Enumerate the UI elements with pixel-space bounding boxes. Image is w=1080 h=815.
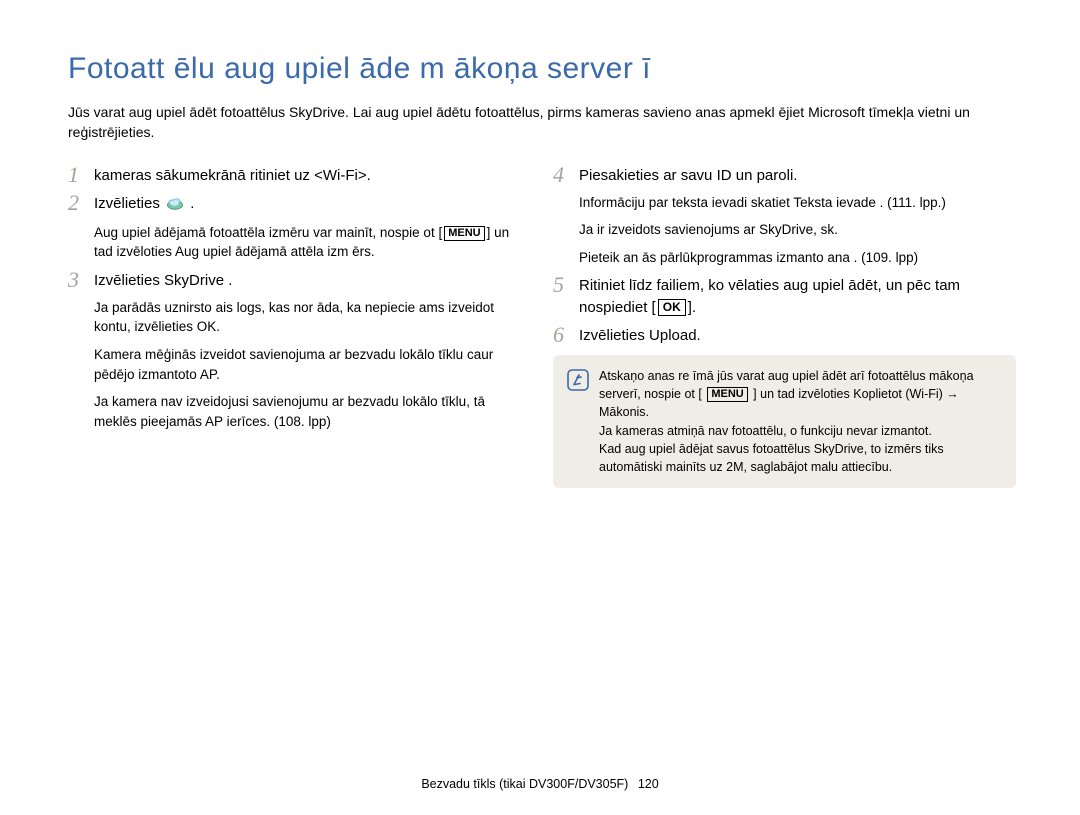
- step-2-sub: Aug upiel ādējamā fotoattēla izmēru var …: [94, 223, 531, 262]
- step-number: 4: [553, 163, 579, 187]
- step-text: Izvēlieties .: [94, 193, 531, 217]
- step-1: 1 kameras sākumekrānā ritiniet uz <Wi-Fi…: [68, 165, 531, 187]
- step-number: 5: [553, 273, 579, 297]
- footer-page-number: 120: [638, 777, 659, 791]
- step-5: 5 Ritiniet līdz failiem, ko vēlaties aug…: [553, 275, 1016, 319]
- step-3-sub2: Kamera mēģinās izveidot savienojuma ar b…: [94, 345, 531, 384]
- step-2: 2 Izvēlieties .: [68, 193, 531, 217]
- step-text: Ritiniet līdz failiem, ko vēlaties aug u…: [579, 275, 1016, 319]
- cloud-icon: [166, 195, 184, 217]
- step-4-sub3: Pieteik an ās pārlūkprogrammas izmanto a…: [579, 248, 1016, 268]
- step-number: 6: [553, 323, 579, 347]
- step-number: 1: [68, 163, 94, 187]
- note-text: Atskaņo anas re īmā jūs varat aug upiel …: [599, 367, 1002, 476]
- columns: 1 kameras sākumekrānā ritiniet uz <Wi-Fi…: [68, 165, 1016, 488]
- step-4: 4 Piesakieties ar savu ID un paroli.: [553, 165, 1016, 187]
- step-number: 3: [68, 268, 94, 292]
- step-4-sub2: Ja ir izveidots savienojums ar SkyDrive,…: [579, 220, 1016, 240]
- page-footer: Bezvadu tīkls (tikai DV300F/DV305F) 120: [0, 777, 1080, 791]
- menu-button-icon: MENU: [707, 387, 747, 402]
- step-text: Piesakieties ar savu ID un paroli.: [579, 165, 1016, 187]
- footer-text: Bezvadu tīkls (tikai DV300F/DV305F): [421, 777, 628, 791]
- menu-button-icon: MENU: [444, 226, 484, 241]
- note-box: Atskaņo anas re īmā jūs varat aug upiel …: [553, 355, 1016, 488]
- step-text: Izvēlieties Upload.: [579, 325, 1016, 347]
- step-3-sub3: Ja kamera nav izveidojusi savienojumu ar…: [94, 392, 531, 431]
- step-3: 3 Izvēlieties SkyDrive .: [68, 270, 531, 292]
- step-4-sub1: Informāciju par teksta ievadi skatiet Te…: [579, 193, 1016, 213]
- manual-page: Fotoatt ēlu aug upiel āde m ākoņa server…: [0, 0, 1080, 815]
- left-column: 1 kameras sākumekrānā ritiniet uz <Wi-Fi…: [68, 165, 531, 488]
- page-title: Fotoatt ēlu aug upiel āde m ākoņa server…: [68, 52, 1016, 86]
- intro-text: Jūs varat aug upiel ādēt fotoattēlus Sky…: [68, 102, 1016, 143]
- step-3-sub1: Ja parādās uznirsto ais logs, kas nor ād…: [94, 298, 531, 337]
- step-text: kameras sākumekrānā ritiniet uz <Wi-Fi>.: [94, 165, 531, 187]
- right-column: 4 Piesakieties ar savu ID un paroli. Inf…: [553, 165, 1016, 488]
- step-text: Izvēlieties SkyDrive .: [94, 270, 531, 292]
- step-number: 2: [68, 191, 94, 215]
- step-6: 6 Izvēlieties Upload.: [553, 325, 1016, 347]
- ok-button-icon: OK: [658, 299, 686, 315]
- info-icon: [567, 369, 589, 396]
